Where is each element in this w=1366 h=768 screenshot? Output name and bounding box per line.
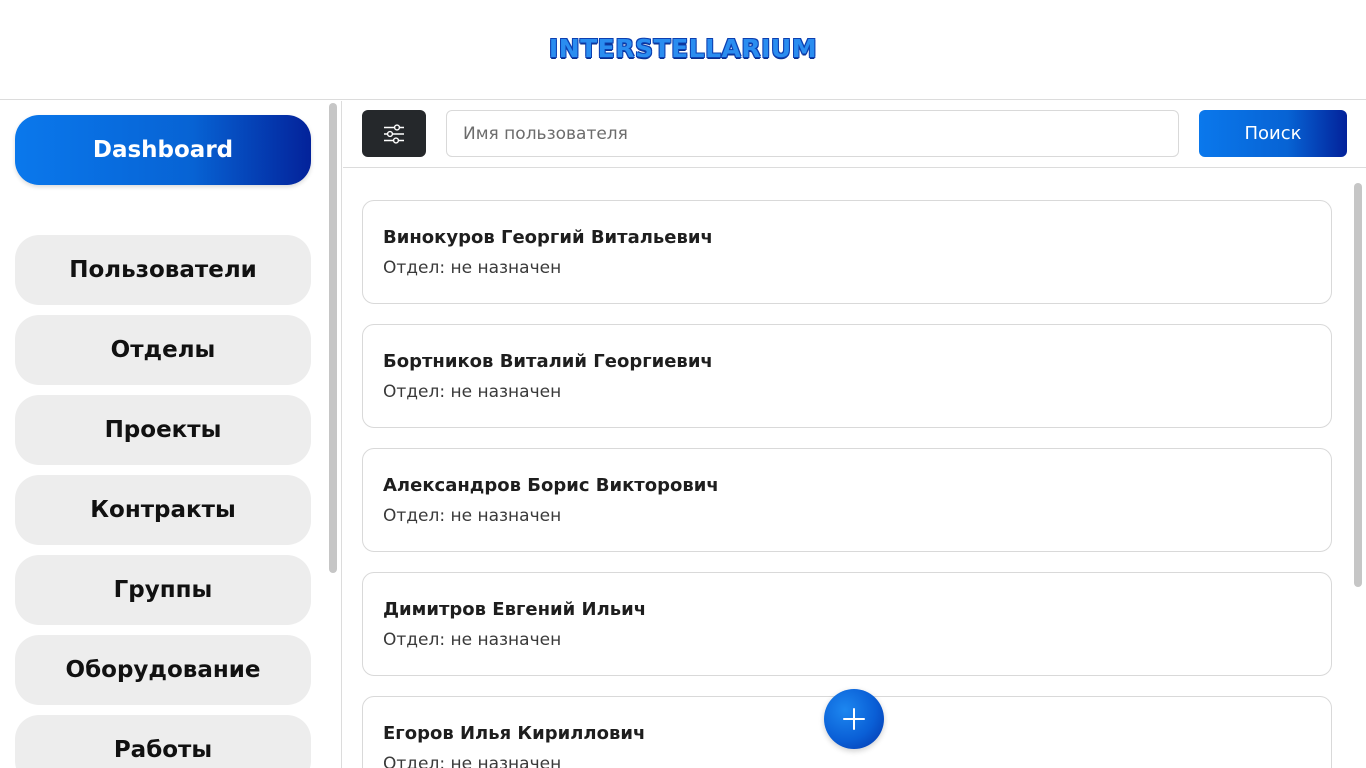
sidebar-item-works[interactable]: Работы [15, 715, 311, 768]
sidebar-item-groups[interactable]: Группы [15, 555, 311, 625]
app-logo[interactable]: INTERSTELLARIUM [549, 34, 817, 63]
sidebar: Dashboard Пользователи Отделы Проекты Ко… [0, 101, 342, 768]
sidebar-item-users[interactable]: Пользователи [15, 235, 311, 305]
user-name: Егоров Илья Кириллович [383, 723, 646, 744]
user-card[interactable]: Димитров Евгений Ильич Отдел: не назначе… [362, 572, 1332, 676]
sidebar-item-departments[interactable]: Отделы [15, 315, 311, 385]
sidebar-item-contracts[interactable]: Контракты [15, 475, 311, 545]
plus-icon [843, 708, 865, 730]
search-toolbar: Поиск [343, 101, 1366, 168]
search-input[interactable] [446, 110, 1179, 157]
user-department: Отдел: не назначен [383, 258, 562, 278]
top-header: INTERSTELLARIUM [0, 0, 1366, 100]
user-department: Отдел: не назначен [383, 754, 562, 768]
user-card[interactable]: Александров Борис Викторович Отдел: не н… [362, 448, 1332, 552]
content-scrollbar[interactable] [1354, 183, 1362, 587]
user-name: Димитров Евгений Ильич [383, 599, 647, 620]
sidebar-item-equipment[interactable]: Оборудование [15, 635, 311, 705]
user-card[interactable]: Винокуров Георгий Витальевич Отдел: не н… [362, 200, 1332, 304]
add-user-button[interactable] [824, 689, 884, 749]
user-name: Александров Борис Викторович [383, 475, 719, 496]
sliders-icon [384, 123, 404, 144]
user-department: Отдел: не назначен [383, 630, 562, 650]
sidebar-item-dashboard[interactable]: Dashboard [15, 115, 311, 185]
sidebar-item-projects[interactable]: Проекты [15, 395, 311, 465]
filter-button[interactable] [362, 110, 426, 157]
sidebar-scrollbar[interactable] [329, 103, 337, 573]
user-name: Бортников Виталий Георгиевич [383, 351, 713, 372]
user-department: Отдел: не назначен [383, 506, 562, 526]
user-card[interactable]: Бортников Виталий Георгиевич Отдел: не н… [362, 324, 1332, 428]
user-department: Отдел: не назначен [383, 382, 562, 402]
user-name: Винокуров Георгий Витальевич [383, 227, 713, 248]
search-button[interactable]: Поиск [1199, 110, 1347, 157]
